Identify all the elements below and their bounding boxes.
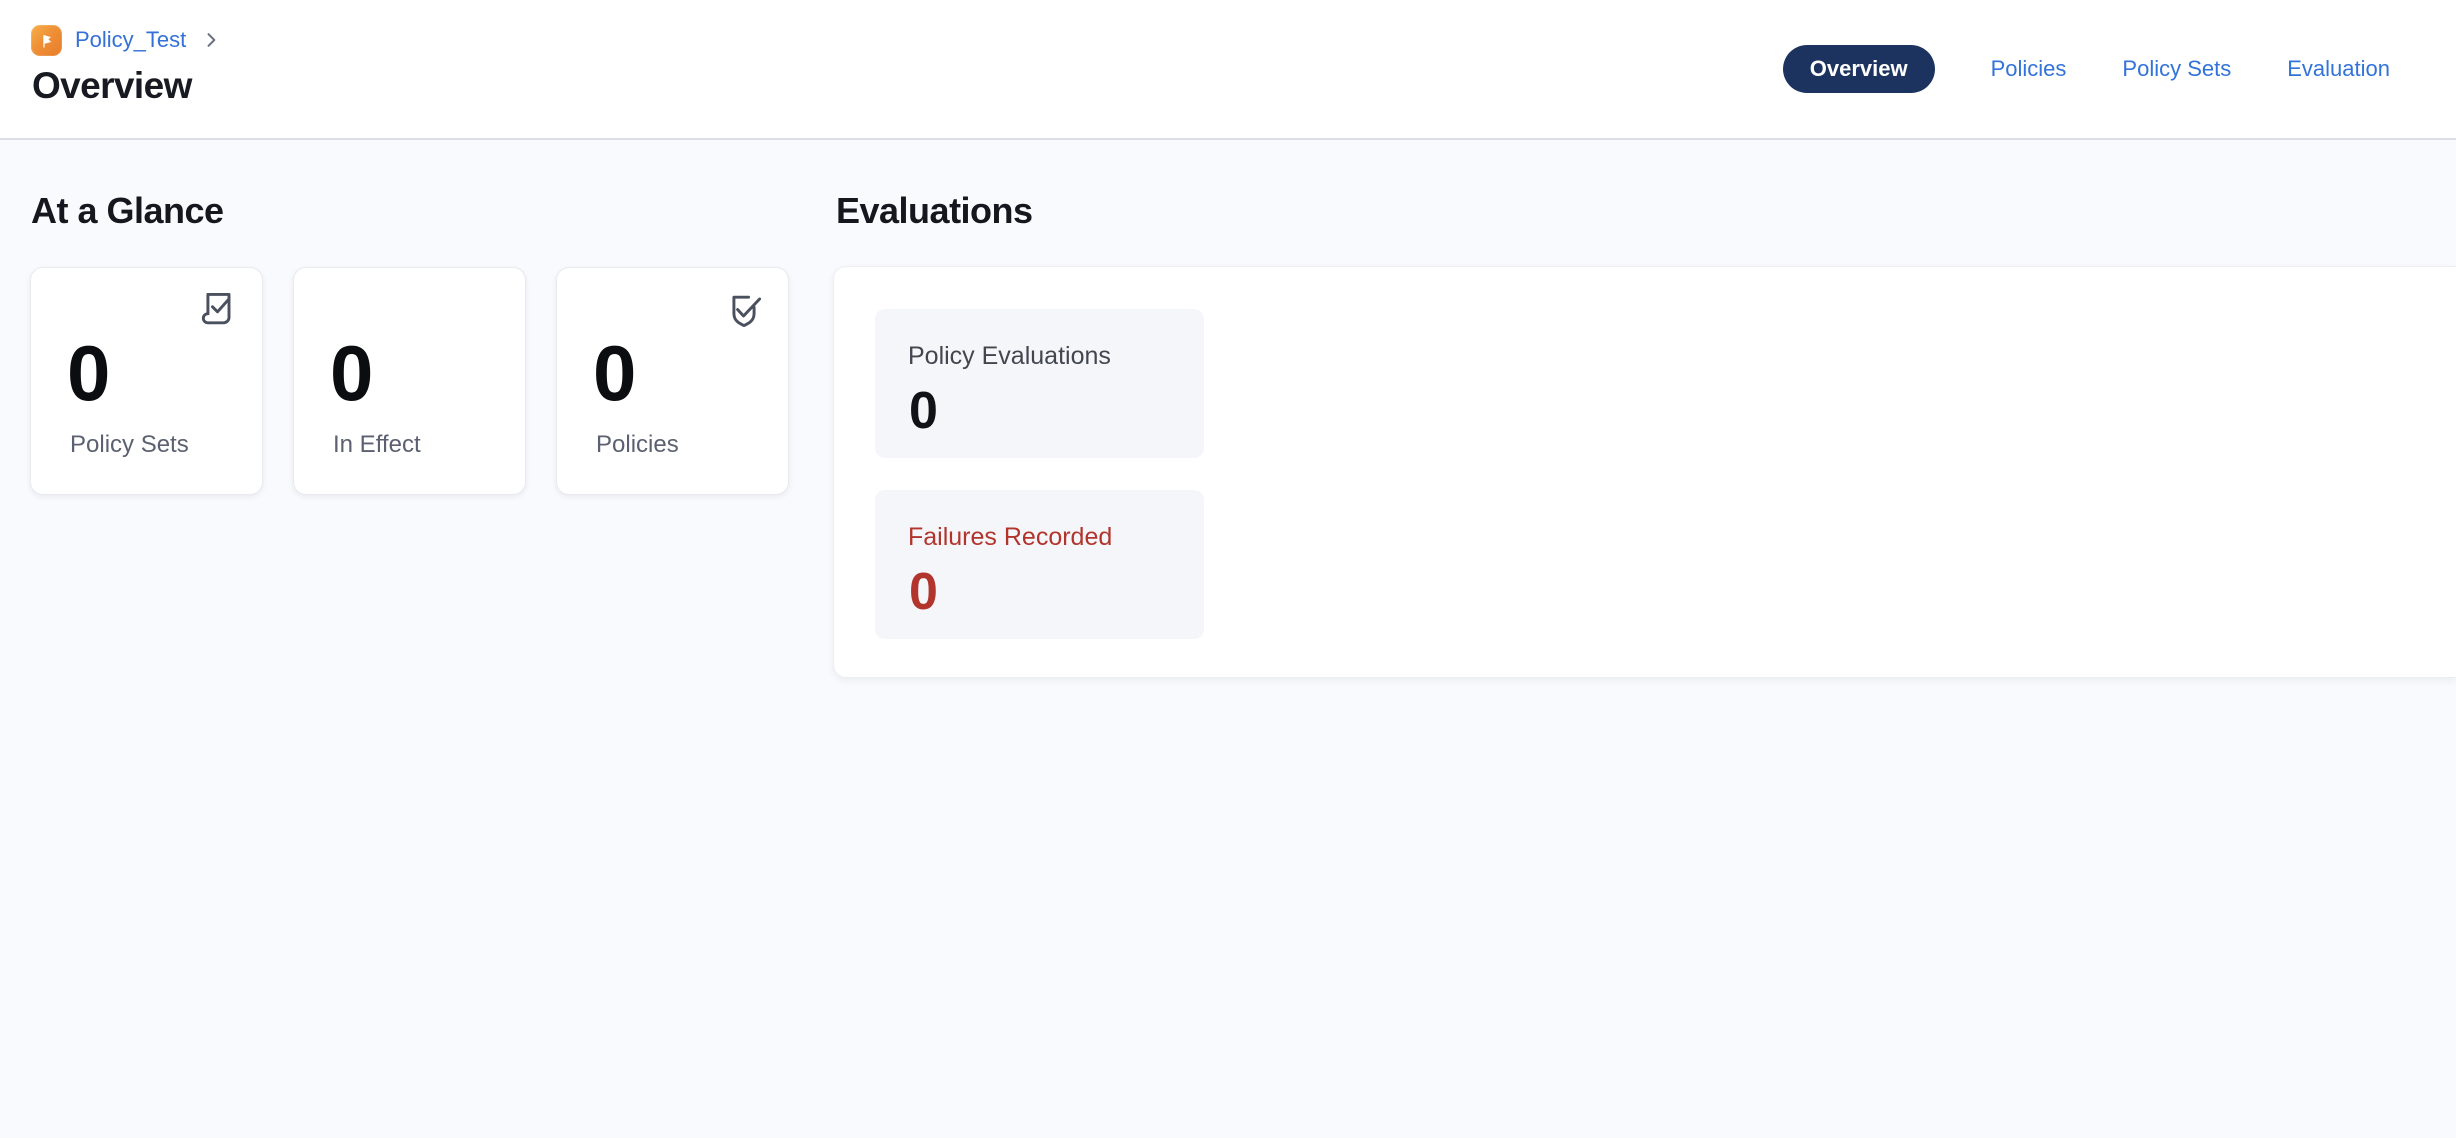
- in-effect-count: 0: [330, 334, 372, 412]
- policy-evaluations-count: 0: [909, 383, 938, 440]
- project-avatar-icon: [31, 25, 62, 56]
- policies-label: Policies: [596, 430, 679, 460]
- failures-recorded-tile: Failures Recorded 0: [875, 490, 1204, 639]
- in-effect-card: 0 In Effect: [293, 267, 526, 495]
- tab-overview[interactable]: Overview: [1783, 45, 1935, 93]
- tab-evaluation[interactable]: Evaluation: [2287, 56, 2390, 82]
- failures-recorded-label: Failures Recorded: [908, 522, 1112, 552]
- tab-policy-sets[interactable]: Policy Sets: [2122, 56, 2231, 82]
- tab-policies[interactable]: Policies: [1991, 56, 2067, 82]
- breadcrumb-project-link[interactable]: Policy_Test: [75, 27, 186, 53]
- failures-recorded-count: 0: [909, 564, 938, 621]
- policy-evaluations-label: Policy Evaluations: [908, 341, 1111, 371]
- in-effect-label: In Effect: [333, 430, 421, 460]
- at-a-glance-cards: 0 Policy Sets 0 In Effect 0 Policies: [30, 267, 789, 495]
- evaluations-panel: Policy Evaluations 0 Failures Recorded 0: [833, 266, 2456, 678]
- policies-card: 0 Policies: [556, 267, 789, 495]
- breadcrumb: Policy_Test: [31, 24, 221, 56]
- policy-sets-count: 0: [67, 334, 109, 412]
- policy-sets-label: Policy Sets: [70, 430, 189, 460]
- page-title: Overview: [32, 64, 192, 108]
- policy-sets-card: 0 Policy Sets: [30, 267, 263, 495]
- flag-icon: [37, 31, 56, 50]
- at-a-glance-heading: At a Glance: [31, 190, 224, 232]
- evaluations-heading: Evaluations: [836, 190, 1033, 232]
- top-nav: Overview Policies Policy Sets Evaluation: [1783, 0, 2390, 138]
- policies-count: 0: [593, 334, 635, 412]
- page-header: Policy_Test Overview Overview Policies P…: [0, 0, 2456, 140]
- policy-evaluations-tile: Policy Evaluations 0: [875, 309, 1204, 458]
- scroll-check-icon: [196, 288, 240, 332]
- chevron-right-icon: [201, 30, 221, 50]
- shield-check-icon: [722, 288, 766, 332]
